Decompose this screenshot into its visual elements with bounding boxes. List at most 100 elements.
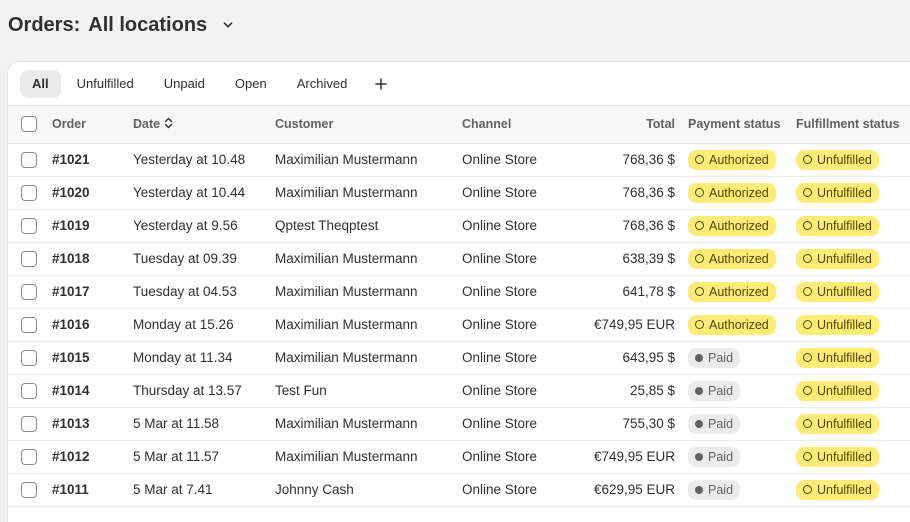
payment-status-label: Paid: [708, 482, 734, 497]
plus-icon: [375, 77, 388, 90]
select-all-checkbox[interactable]: [21, 116, 37, 133]
ring-icon: [695, 188, 704, 197]
row-checkbox[interactable]: [21, 349, 37, 366]
order-date: Tuesday at 04.53: [133, 275, 275, 309]
filled-dot-icon: [695, 419, 703, 428]
tab-all[interactable]: All: [20, 69, 61, 98]
table-row[interactable]: #1018 Tuesday at 09.39 Maximilian Musterma…: [8, 242, 910, 276]
col-total: Total: [572, 106, 675, 144]
order-number[interactable]: #1012: [52, 449, 90, 464]
order-date: 5 Mar at 11.57: [133, 440, 275, 474]
location-selector[interactable]: All locations: [88, 14, 207, 37]
ring-icon: [803, 320, 812, 329]
payment-status-badge: Paid: [688, 380, 741, 401]
order-number[interactable]: #1013: [52, 416, 90, 431]
filled-dot-icon: [695, 452, 703, 461]
order-channel: Online Store: [462, 440, 572, 474]
ring-icon: [803, 188, 812, 197]
payment-status-label: Paid: [708, 416, 734, 431]
sort-icon[interactable]: [164, 117, 173, 132]
order-number[interactable]: #1014: [52, 383, 90, 398]
col-order: Order: [52, 106, 133, 144]
orders-table-body: #1021 Yesterday at 10.48 Maximilian Muster…: [8, 143, 910, 507]
order-date: Thursday at 13.57: [133, 374, 275, 408]
page-header: Orders: All locations: [8, 10, 239, 40]
order-number[interactable]: #1020: [52, 185, 90, 200]
payment-status-badge: Authorized: [688, 248, 776, 269]
row-checkbox[interactable]: [21, 184, 37, 201]
row-checkbox[interactable]: [21, 151, 37, 168]
col-date-label: Date: [133, 116, 161, 131]
order-number[interactable]: #1021: [52, 152, 90, 167]
order-date: Monday at 15.26: [133, 308, 275, 342]
order-channel: Online Store: [462, 308, 572, 342]
fulfillment-status-label: Unfulfilled: [817, 449, 872, 464]
fulfillment-status-label: Unfulfilled: [817, 317, 872, 332]
order-customer: Maximilian Mustermann: [275, 407, 462, 441]
fulfillment-status-badge: Unfulfilled: [796, 347, 879, 368]
payment-status-badge: Paid: [688, 413, 741, 434]
order-number[interactable]: #1017: [52, 284, 90, 299]
order-total: 768,36 $: [572, 143, 675, 177]
fulfillment-status-badge: Unfulfilled: [796, 479, 879, 500]
fulfillment-status-label: Unfulfilled: [817, 482, 872, 497]
row-checkbox[interactable]: [21, 448, 37, 465]
order-total: 638,39 $: [572, 242, 675, 276]
chevron-down-icon[interactable]: [217, 14, 239, 36]
row-checkbox[interactable]: [21, 415, 37, 432]
payment-status-badge: Paid: [688, 479, 741, 500]
row-checkbox[interactable]: [21, 250, 37, 267]
col-date[interactable]: Date: [133, 106, 275, 144]
row-checkbox[interactable]: [21, 481, 37, 498]
tab-open[interactable]: Open: [221, 70, 281, 98]
add-view-button[interactable]: [367, 70, 395, 98]
order-number[interactable]: #1011: [52, 482, 89, 497]
payment-status-label: Authorized: [709, 185, 769, 200]
table-row[interactable]: #1020 Yesterday at 10.44 Maximilian Muster…: [8, 176, 910, 210]
tab-unpaid[interactable]: Unpaid: [150, 70, 219, 98]
ring-icon: [695, 320, 704, 329]
fulfillment-status-badge: Unfulfilled: [796, 215, 879, 236]
fulfillment-status-badge: Unfulfilled: [796, 314, 879, 335]
table-row[interactable]: #1014 Thursday at 13.57 Test Fun Online Sto…: [8, 374, 910, 408]
order-date: Monday at 11.34: [133, 341, 275, 375]
payment-status-badge: Authorized: [688, 149, 776, 170]
row-checkbox[interactable]: [21, 382, 37, 399]
row-checkbox[interactable]: [21, 217, 37, 234]
tab-archived[interactable]: Archived: [283, 70, 362, 98]
fulfillment-status-label: Unfulfilled: [817, 152, 872, 167]
order-number[interactable]: #1015: [52, 350, 90, 365]
page-title: Orders:: [8, 13, 81, 36]
table-row[interactable]: #1017 Tuesday at 04.53 Maximilian Musterma…: [8, 275, 910, 309]
table-row[interactable]: #1013 5 Mar at 11.58 Maximilian Mustermann…: [8, 407, 910, 441]
table-row[interactable]: #1019 Yesterday at 9.56 Qptest Theqptest On…: [8, 209, 910, 243]
fulfillment-status-label: Unfulfilled: [817, 284, 872, 299]
order-channel: Online Store: [462, 143, 572, 177]
order-number[interactable]: #1018: [52, 251, 90, 266]
table-header-row: Order Date Customer Channel Total Paymen…: [8, 106, 910, 144]
payment-status-label: Authorized: [709, 251, 769, 266]
order-date: 5 Mar at 7.41: [133, 473, 275, 507]
row-checkbox[interactable]: [21, 316, 37, 333]
order-channel: Online Store: [462, 176, 572, 210]
order-number[interactable]: #1016: [52, 317, 90, 332]
table-row[interactable]: #1015 Monday at 11.34 Maximilian Musterman…: [8, 341, 910, 375]
ring-icon: [803, 386, 812, 395]
payment-status-badge: Authorized: [688, 314, 776, 335]
order-channel: Online Store: [462, 209, 572, 243]
payment-status-label: Authorized: [709, 218, 769, 233]
fulfillment-status-badge: Unfulfilled: [796, 413, 879, 434]
tab-unfulfilled[interactable]: Unfulfilled: [63, 70, 148, 98]
order-number[interactable]: #1019: [52, 218, 90, 233]
table-row[interactable]: #1021 Yesterday at 10.48 Maximilian Muster…: [8, 143, 910, 177]
payment-status-label: Paid: [708, 383, 734, 398]
table-row[interactable]: #1011 5 Mar at 7.41 Johnny Cash Online Stor…: [8, 473, 910, 507]
order-channel: Online Store: [462, 275, 572, 309]
fulfillment-status-badge: Unfulfilled: [796, 281, 879, 302]
table-row[interactable]: #1016 Monday at 15.26 Maximilian Musterman…: [8, 308, 910, 342]
ring-icon: [695, 287, 704, 296]
ring-icon: [803, 353, 812, 362]
table-row[interactable]: #1012 5 Mar at 11.57 Maximilian Mustermann…: [8, 440, 910, 474]
row-checkbox[interactable]: [21, 283, 37, 300]
ring-icon: [695, 155, 704, 164]
